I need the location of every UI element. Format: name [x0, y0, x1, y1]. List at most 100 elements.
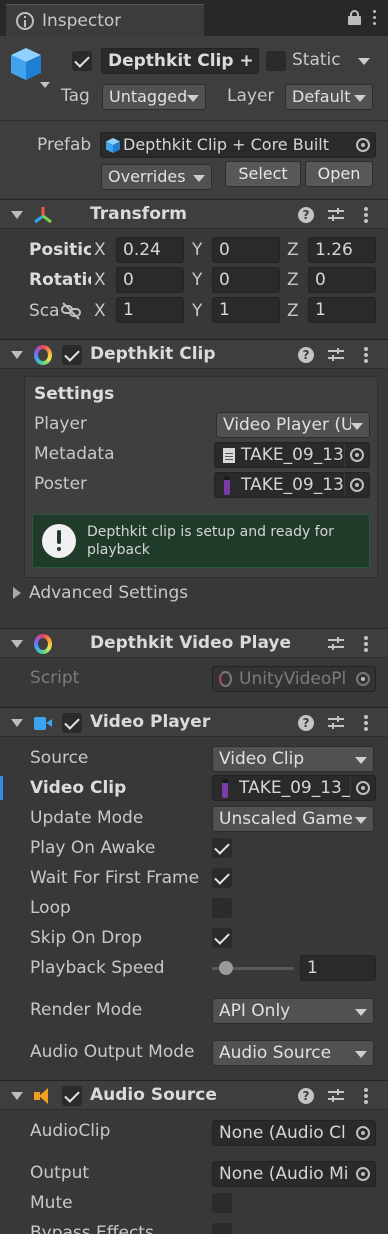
rotation-z-field[interactable]: 0 [308, 267, 376, 293]
output-field[interactable]: None (Audio Mi [212, 1161, 376, 1187]
scale-link-icon[interactable] [60, 302, 82, 320]
scale-z-field[interactable]: 1 [308, 297, 376, 323]
position-y-field[interactable]: 0 [212, 237, 280, 263]
depthkit-video-player-kebab-icon[interactable] [364, 636, 368, 652]
output-picker-icon[interactable] [356, 1167, 370, 1181]
rotation-x-field[interactable]: 0 [116, 267, 184, 293]
static-checkbox[interactable] [266, 51, 286, 71]
metadata-value: TAKE_09_13 [241, 445, 344, 465]
depthkit-video-player-fold-arrow-icon[interactable] [11, 640, 23, 648]
video-clip-picker-icon[interactable] [356, 781, 370, 795]
update-mode-dropdown[interactable]: Unscaled Game [212, 806, 374, 832]
scale-y-field[interactable]: 1 [212, 297, 280, 323]
open-button[interactable]: Open [305, 161, 373, 187]
advanced-settings-label[interactable]: Advanced Settings [29, 583, 188, 603]
skip-on-drop-checkbox[interactable] [212, 928, 232, 948]
layer-dropdown[interactable]: Default [285, 84, 373, 110]
depthkit-clip-presets-icon[interactable] [328, 348, 344, 362]
source-dropdown[interactable]: Video Clip [212, 746, 374, 772]
depthkit-clip-title: Depthkit Clip [90, 344, 216, 364]
play-on-awake-checkbox[interactable] [212, 838, 232, 858]
poster-picker-icon[interactable] [350, 478, 364, 492]
depthkit-logo-icon [34, 345, 52, 365]
poster-label: Poster [34, 474, 88, 494]
tag-value: Untagged [109, 87, 188, 106]
transform-header[interactable]: Transform ? [0, 199, 388, 229]
mute-checkbox[interactable] [212, 1193, 232, 1213]
audio-output-value: Audio Source [219, 1043, 332, 1063]
video-clip-field[interactable]: TAKE_09_13_ [212, 775, 376, 801]
tag-dropdown-arrow-icon [187, 95, 199, 102]
position-x-field[interactable]: 0.24 [116, 237, 184, 263]
transform-help-icon[interactable]: ? [298, 207, 314, 223]
rotation-y-field[interactable]: 0 [212, 267, 280, 293]
video-player-fold-arrow-icon[interactable] [11, 719, 23, 727]
scale-x-field[interactable]: 1 [116, 297, 184, 323]
tab-inspector[interactable]: Inspector [6, 4, 204, 36]
transform-kebab-icon[interactable] [364, 207, 368, 223]
update-mode-value: Unscaled Game [219, 809, 353, 829]
prefab-picker-icon[interactable] [356, 138, 370, 152]
audio-output-dropdown[interactable]: Audio Source [212, 1040, 374, 1066]
texture-asset-icon [224, 476, 230, 495]
depthkit-clip-header[interactable]: Depthkit Clip ? [0, 339, 388, 369]
select-button[interactable]: Select [225, 161, 301, 187]
bypass-effects-checkbox[interactable] [212, 1223, 232, 1234]
depthkit-video-player-header[interactable]: Depthkit Video Playe [0, 628, 388, 658]
audio-source-kebab-icon[interactable] [364, 1088, 368, 1104]
audio-source-help-icon[interactable]: ? [298, 1088, 314, 1104]
audio-source-enabled-checkbox[interactable] [62, 1086, 82, 1106]
transform-body: Positic X 0.24 Y 0 Z 1.26 Rotatic X 0 Y … [0, 230, 388, 340]
video-player-help-icon[interactable]: ? [298, 715, 314, 731]
source-label: Source [30, 748, 89, 768]
wait-first-frame-checkbox[interactable] [212, 868, 232, 888]
depthkit-clip-fold-arrow-icon[interactable] [11, 351, 23, 359]
metadata-picker-icon[interactable] [350, 448, 364, 462]
layer-value: Default [292, 87, 351, 106]
loop-checkbox[interactable] [212, 898, 232, 918]
overrides-label: Overrides [108, 167, 186, 186]
player-dropdown-arrow-icon [351, 423, 363, 430]
video-player-enabled-checkbox[interactable] [62, 713, 82, 733]
metadata-field[interactable]: TAKE_09_13 [214, 442, 370, 468]
transform-axes-icon [34, 207, 52, 224]
audio-source-presets-icon[interactable] [328, 1089, 344, 1103]
overrides-dropdown[interactable]: Overrides [101, 164, 212, 190]
prefab-field[interactable]: Depthkit Clip + Core Built [100, 132, 376, 158]
render-mode-value: API Only [219, 1001, 291, 1021]
poster-field[interactable]: TAKE_09_13 [214, 472, 370, 498]
player-label: Player [34, 414, 87, 434]
transform-presets-icon[interactable] [328, 208, 344, 222]
tab-bar: Inspector [0, 0, 388, 36]
playback-speed-slider-thumb[interactable] [219, 961, 233, 975]
player-dropdown[interactable]: Video Player (U [216, 412, 370, 438]
video-player-kebab-icon[interactable] [364, 715, 368, 731]
audio-source-header[interactable]: Audio Source ? [0, 1080, 388, 1110]
playback-speed-field[interactable]: 1 [300, 955, 376, 981]
lock-icon[interactable] [348, 10, 362, 25]
static-dropdown-arrow-icon[interactable] [358, 58, 370, 65]
transform-fold-arrow-icon[interactable] [11, 211, 23, 219]
position-z-field[interactable]: 1.26 [308, 237, 376, 263]
depthkit-clip-kebab-icon[interactable] [364, 347, 368, 363]
tab-label: Inspector [42, 11, 122, 31]
advanced-fold-arrow-icon[interactable] [13, 587, 21, 599]
playback-speed-label: Playback Speed [30, 958, 165, 978]
depthkit-clip-enabled-checkbox[interactable] [62, 345, 82, 365]
audioclip-picker-icon[interactable] [356, 1126, 370, 1140]
scale-y-label: Y [192, 301, 203, 321]
tag-dropdown[interactable]: Untagged [102, 84, 206, 110]
script-value: UnityVideoPl [239, 669, 347, 689]
render-mode-dropdown[interactable]: API Only [212, 998, 374, 1024]
active-checkbox[interactable] [72, 51, 92, 71]
audio-source-fold-arrow-icon[interactable] [11, 1092, 23, 1100]
tab-menu-kebab-icon[interactable] [373, 10, 377, 26]
depthkit-video-player-presets-icon[interactable] [328, 637, 344, 651]
audioclip-field[interactable]: None (Audio Cl [212, 1120, 376, 1146]
video-player-header[interactable]: Video Player ? [0, 707, 388, 737]
gameobject-name-field[interactable]: Depthkit Clip + C [101, 48, 259, 74]
video-player-presets-icon[interactable] [328, 716, 344, 730]
audio-output-label: Audio Output Mode [30, 1042, 195, 1062]
depthkit-clip-help-icon[interactable]: ? [298, 347, 314, 363]
play-on-awake-label: Play On Awake [30, 838, 156, 858]
